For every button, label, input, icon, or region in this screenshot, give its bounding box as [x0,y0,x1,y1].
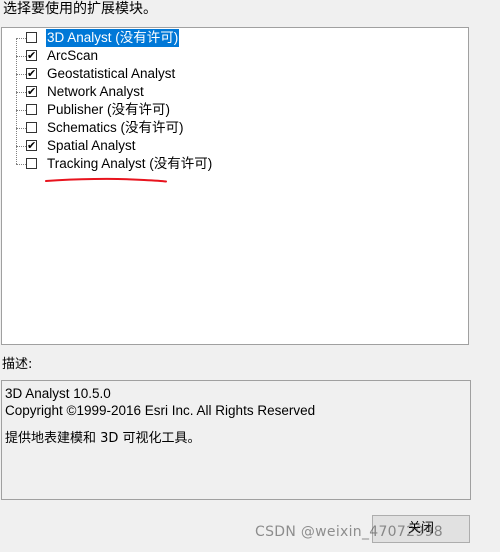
description-label: 描述: [2,357,33,372]
description-text: 提供地表建模和 3D 可视化工具。 [5,431,201,446]
checkbox-tracking-analyst[interactable] [26,158,37,169]
extension-item-schematics[interactable]: Schematics (没有许可) [2,119,302,137]
extension-item-spatial-analyst[interactable]: ✔ Spatial Analyst [2,137,302,155]
checkbox-3d-analyst[interactable] [26,32,37,43]
extension-item-network-analyst[interactable]: ✔ Network Analyst [2,83,302,101]
extension-item-publisher[interactable]: Publisher (没有许可) [2,101,302,119]
description-box: 3D Analyst 10.5.0 Copyright ©1999-2016 E… [1,380,471,500]
prompt-text: 选择要使用的扩展模块。 [3,1,157,17]
checkbox-schematics[interactable] [26,122,37,133]
extensions-dialog: 选择要使用的扩展模块。 3D Analyst (没有许可) ✔ ArcScan … [0,0,500,552]
checkbox-spatial-analyst[interactable]: ✔ [26,140,37,151]
description-copyright: Copyright ©1999-2016 Esri Inc. All Right… [5,403,316,418]
extension-label-geostatistical-analyst: Geostatistical Analyst [47,66,176,81]
extension-item-arcscan[interactable]: ✔ ArcScan [2,47,302,65]
extension-label-3d-analyst: 3D Analyst (没有许可) [46,29,180,47]
extension-item-geostatistical-analyst[interactable]: ✔ Geostatistical Analyst [2,65,302,83]
checkbox-network-analyst[interactable]: ✔ [26,86,37,97]
extension-label-tracking-analyst: Tracking Analyst (没有许可) [47,156,213,171]
extension-label-spatial-analyst: Spatial Analyst [47,138,136,153]
extension-label-network-analyst: Network Analyst [47,84,144,99]
checkbox-arcscan[interactable]: ✔ [26,50,37,61]
checkbox-geostatistical-analyst[interactable]: ✔ [26,68,37,79]
extension-label-publisher: Publisher (没有许可) [47,102,171,117]
extensions-list[interactable]: 3D Analyst (没有许可) ✔ ArcScan ✔ Geostatist… [1,27,469,345]
red-annotation-underline [45,177,167,183]
extension-item-tracking-analyst[interactable]: Tracking Analyst (没有许可) [2,155,302,173]
extension-label-arcscan: ArcScan [47,48,99,63]
extension-label-schematics: Schematics (没有许可) [47,120,184,135]
csdn-watermark: CSDN @weixin_47072998 [255,524,443,540]
description-title: 3D Analyst 10.5.0 [5,386,111,401]
checkbox-publisher[interactable] [26,104,37,115]
extension-item-3d-analyst[interactable]: 3D Analyst (没有许可) [2,29,302,47]
